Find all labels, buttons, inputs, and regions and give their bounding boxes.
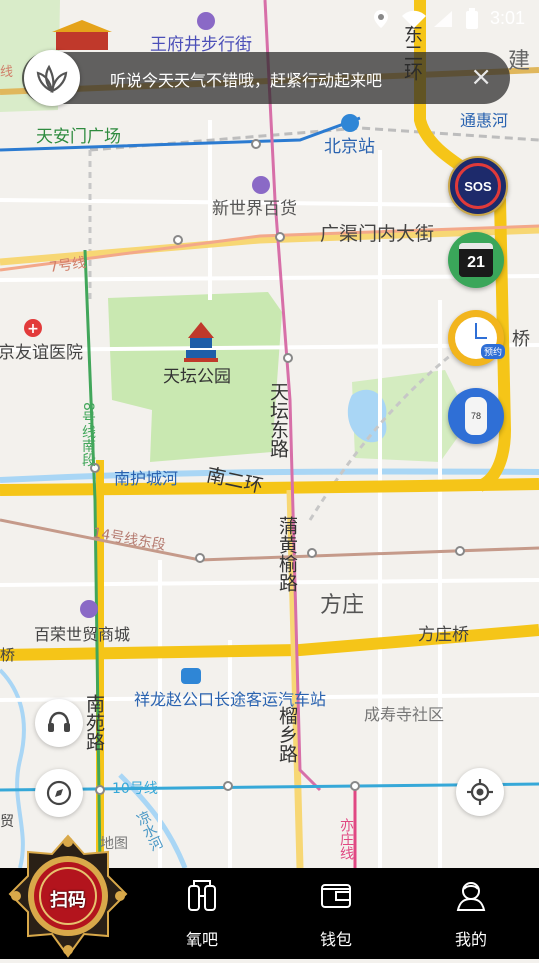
- map-label-bairong-mall: 百荣世贸商城: [34, 625, 130, 644]
- map-label-left-edge-c: 贸: [0, 814, 14, 830]
- map-label-tonghui-river: 通惠河: [460, 111, 508, 130]
- scan-qr-button[interactable]: 扫码: [8, 834, 128, 959]
- map-label-temple-of-heaven: 天坛公园: [163, 367, 231, 387]
- tab-label: 氧吧: [185, 930, 218, 949]
- tab-wallet[interactable]: 钱包: [296, 868, 376, 959]
- map-label-nanyuan-rd: 南苑路: [83, 694, 105, 751]
- status-bar: 3:01: [0, 0, 539, 40]
- map-label-yizhuang-line: 亦庄线: [338, 818, 354, 860]
- battery-icon: [466, 8, 478, 29]
- location-icon: [374, 10, 388, 28]
- sos-button[interactable]: SOS: [448, 156, 508, 216]
- train-station-icon[interactable]: [341, 114, 359, 132]
- wallet-icon: [321, 884, 351, 908]
- scan-label: 扫码: [50, 890, 86, 911]
- calendar-day: 21: [467, 254, 485, 271]
- calendar-icon: 21: [459, 243, 493, 277]
- compass-button[interactable]: [35, 769, 83, 817]
- notice-text: 听说今天天气不错哦，赶紧行动起来吧: [110, 71, 383, 90]
- bus-station-icon[interactable]: [181, 668, 201, 684]
- appointment-badge: 预约: [480, 344, 505, 359]
- oxygen-bar-icon: [188, 880, 216, 911]
- tab-label: 我的: [454, 930, 487, 949]
- tab-profile[interactable]: 我的: [431, 868, 511, 959]
- tab-oxygen-bar[interactable]: 氧吧: [162, 868, 242, 959]
- oximeter-value: 78: [470, 411, 481, 421]
- map-label-chengshousi: 成寿寺社区: [364, 705, 444, 724]
- map-label-line10: 10号线: [112, 781, 158, 797]
- map-label-guangqumen: 广渠门内大街: [320, 223, 434, 245]
- profile-icon: [456, 882, 486, 911]
- tab-label: 钱包: [319, 930, 352, 949]
- map-label-left-edge-a: 线: [0, 65, 13, 80]
- crosshair-icon: [467, 779, 493, 805]
- map-label-beijing-station: 北京站: [324, 137, 375, 157]
- map-label-tiantan-east-rd: 天坛东路: [267, 382, 289, 458]
- close-icon[interactable]: ×: [470, 62, 492, 92]
- app-logo[interactable]: [24, 50, 80, 106]
- map-label-puhuangyu-rd: 蒲黄榆路: [276, 516, 298, 592]
- map-label-jianguo: 建: [508, 49, 530, 74]
- map-label-fangzhuang: 方庄: [320, 593, 364, 618]
- map-label-south-moat: 南护城河: [114, 469, 178, 488]
- leaf-logo-icon: [36, 64, 68, 93]
- signal-icon: [434, 11, 452, 27]
- oximeter-icon: 78: [465, 397, 487, 435]
- locate-me-button[interactable]: [456, 768, 504, 816]
- calendar-button[interactable]: 21: [448, 232, 504, 288]
- clock-icon: 预约: [455, 317, 505, 359]
- compass-icon: [46, 780, 72, 806]
- map-label-tiananmen-square: 天安门广场: [36, 127, 121, 147]
- map-label-left-edge-b: 桥: [0, 646, 15, 664]
- sos-ring: SOS: [455, 163, 501, 209]
- sos-label: SOS: [464, 178, 492, 194]
- headset-icon: [48, 711, 70, 732]
- customer-service-button[interactable]: [35, 699, 83, 747]
- map-label-bridge-partial: 桥: [512, 329, 530, 350]
- map-label-liuxiang-rd: 榴乡路: [276, 706, 298, 763]
- appointment-button[interactable]: 预约: [448, 310, 505, 366]
- svg-text:+: +: [27, 321, 39, 337]
- wifi-icon: [402, 10, 426, 28]
- map-label-fangzhuang-bridge: 方庄桥: [418, 625, 469, 645]
- weather-notice-banner[interactable]: 听说今天天气不错哦，赶紧行动起来吧 ×: [22, 50, 510, 106]
- status-time: 3:01: [489, 8, 525, 28]
- map-label-line8-south: 8号线南段: [80, 402, 96, 467]
- map-label-new-world: 新世界百货: [212, 199, 297, 219]
- shopping-icon[interactable]: [80, 600, 98, 618]
- map-label-friendship-hospital: 京友谊医院: [0, 343, 83, 363]
- oximeter-button[interactable]: 78: [448, 388, 504, 444]
- shopping-icon[interactable]: [252, 176, 270, 194]
- south-2nd-ring-road: [0, 478, 539, 496]
